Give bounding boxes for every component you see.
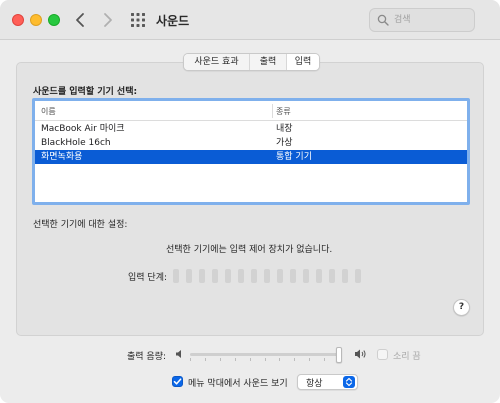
input-level-bar <box>290 269 296 283</box>
up-down-chevron-icon <box>343 376 355 388</box>
toolbar: 사운드 <box>0 0 500 40</box>
show-in-menubar-label: 메뉴 막대에서 사운드 보기 <box>188 379 288 389</box>
output-volume-label: 출력 음량: <box>127 352 167 362</box>
input-level-bar <box>186 269 192 283</box>
search-icon <box>377 14 389 26</box>
input-level-bar <box>251 269 257 283</box>
slider-tick <box>220 358 221 361</box>
show-all-button[interactable] <box>130 12 146 28</box>
table-header: 이름 종류 <box>35 101 467 121</box>
tab-input[interactable]: 입력 <box>287 54 319 70</box>
input-level-bar <box>225 269 231 283</box>
device-type: 가상 <box>276 138 293 148</box>
slider-tick <box>205 358 206 361</box>
search-input[interactable] <box>394 12 472 28</box>
speaker-high-icon <box>355 349 366 359</box>
tab-sound-effects[interactable]: 사운드 효과 <box>184 54 250 70</box>
input-level-label: 입력 단계: <box>128 273 168 283</box>
search-field[interactable] <box>369 8 475 32</box>
no-input-controls-message: 선택한 기기에는 입력 제어 장치가 없습니다. <box>166 245 333 255</box>
output-volume-slider[interactable] <box>190 347 350 363</box>
column-divider <box>272 104 273 118</box>
device-name: 화면녹화용 <box>41 152 83 162</box>
back-button[interactable] <box>71 9 91 31</box>
slider-tick <box>294 358 295 361</box>
window-title: 사운드 <box>156 14 190 28</box>
table-row[interactable]: MacBook Air 마이크 내장 <box>35 122 467 136</box>
zoom-button[interactable] <box>48 14 60 26</box>
speaker-low-icon <box>176 350 181 358</box>
input-level-bar <box>199 269 205 283</box>
device-select-label: 사운드를 입력할 기기 선택: <box>33 87 138 97</box>
input-level-bar <box>173 269 179 283</box>
checkmark-icon <box>173 378 182 385</box>
tab-output[interactable]: 출력 <box>250 54 287 70</box>
show-in-menubar-checkbox[interactable] <box>172 376 183 387</box>
show-in-menubar-select[interactable]: 항상 <box>297 374 358 390</box>
select-value: 항상 <box>306 379 323 389</box>
slider-tick <box>279 358 280 361</box>
input-level-bar <box>264 269 270 283</box>
device-name: BlackHole 16ch <box>41 138 111 148</box>
column-header-type[interactable]: 종류 <box>276 106 291 117</box>
slider-tick <box>235 358 236 361</box>
input-level-bar <box>212 269 218 283</box>
slider-tick <box>250 358 251 361</box>
column-header-name[interactable]: 이름 <box>41 106 56 117</box>
tab-bar: 사운드 효과 출력 입력 <box>183 53 320 71</box>
slider-tick <box>265 358 266 361</box>
minimize-button[interactable] <box>30 14 42 26</box>
slider-thumb[interactable] <box>336 347 342 363</box>
device-type: 통합 기기 <box>276 152 312 162</box>
input-level-bar <box>355 269 361 283</box>
input-level-bar <box>238 269 244 283</box>
input-level-bar <box>329 269 335 283</box>
mute-checkbox[interactable] <box>377 349 388 360</box>
table-row-selected[interactable]: 화면녹화용 통합 기기 <box>35 150 467 164</box>
device-type: 내장 <box>276 124 293 134</box>
forward-button[interactable] <box>97 9 117 31</box>
table-row[interactable]: BlackHole 16ch 가상 <box>35 136 467 150</box>
device-settings-label: 선택한 기기에 대한 설정: <box>33 220 128 230</box>
slider-track <box>190 353 340 356</box>
input-level-bar <box>277 269 283 283</box>
grid-icon <box>131 13 145 27</box>
slider-tick <box>190 358 191 361</box>
device-name: MacBook Air 마이크 <box>41 124 125 134</box>
input-level-bar <box>342 269 348 283</box>
input-device-table[interactable]: 이름 종류 MacBook Air 마이크 내장 BlackHole 16ch … <box>32 98 470 205</box>
input-level-bar <box>303 269 309 283</box>
mute-label: 소리 끔 <box>393 352 421 362</box>
slider-tick <box>309 358 310 361</box>
input-level-meter <box>173 269 373 283</box>
input-level-bar <box>316 269 322 283</box>
slider-ticks <box>190 358 340 362</box>
close-button[interactable] <box>12 14 24 26</box>
chevron-right-icon <box>104 13 112 27</box>
chevron-left-icon <box>76 13 84 27</box>
help-button[interactable]: ? <box>453 299 470 316</box>
sound-preferences-window: 사운드 사운드 효과 출력 입력 사운드를 입력할 기기 선택: 이름 종류 M… <box>0 0 500 403</box>
slider-tick <box>324 358 325 361</box>
